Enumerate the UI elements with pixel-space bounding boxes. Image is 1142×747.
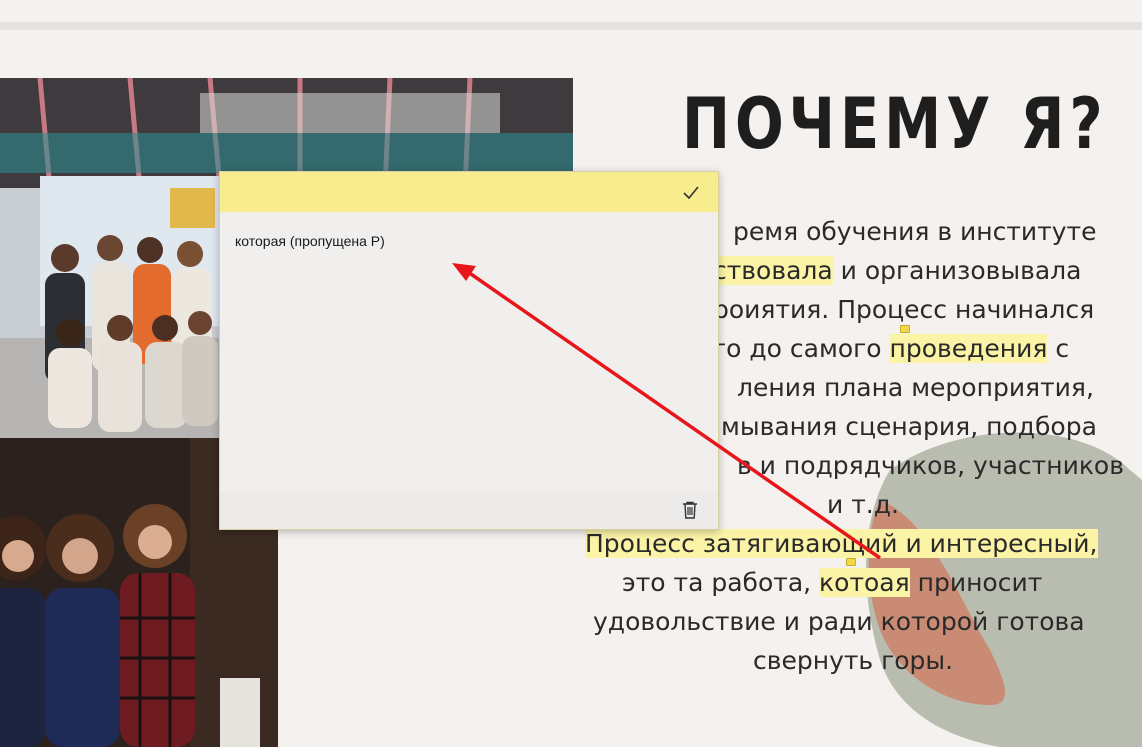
comment-marker[interactable] (846, 558, 856, 566)
text-line: это та работа, котоая приносит (622, 568, 1043, 597)
checkmark-icon[interactable] (680, 181, 702, 203)
sticky-note-footer (220, 491, 718, 529)
sticky-note-header (220, 172, 718, 212)
highlighted-text: котоая (819, 568, 910, 597)
comment-marker[interactable] (900, 325, 910, 333)
note-text[interactable]: которая (пропущена Р) (235, 233, 385, 249)
sticky-note: которая (пропущена Р) (219, 171, 719, 530)
text-line: свернуть горы. (753, 646, 954, 675)
highlighted-text: Процесс затягивающий и интересный, (585, 529, 1098, 558)
page-title: ПОЧЕМУ Я? (682, 83, 1108, 165)
text-line: удовольствие и ради которой готова (593, 607, 1085, 636)
trash-icon[interactable] (680, 500, 700, 520)
highlighted-text: ствовала (713, 256, 833, 285)
highlighted-text: проведения (889, 334, 1048, 363)
